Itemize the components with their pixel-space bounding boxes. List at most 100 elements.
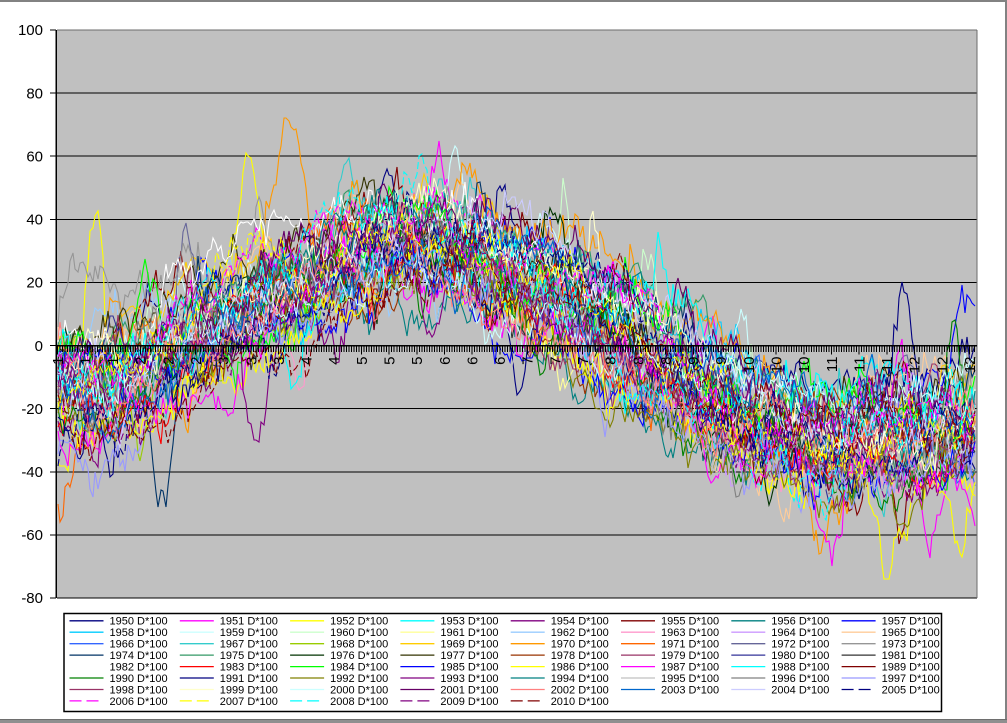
svg-text:1954 D*100: 1954 D*100 xyxy=(551,616,609,628)
svg-text:1964 D*100: 1964 D*100 xyxy=(771,627,829,639)
svg-text:2000 D*100: 2000 D*100 xyxy=(330,684,388,696)
svg-text:1982 D*100: 1982 D*100 xyxy=(110,662,168,674)
svg-text:1971 D*100: 1971 D*100 xyxy=(661,639,719,651)
svg-text:2005 D*100: 2005 D*100 xyxy=(882,684,940,696)
svg-text:6: 6 xyxy=(492,357,509,365)
svg-text:8: 8 xyxy=(630,357,647,365)
svg-text:1992 D*100: 1992 D*100 xyxy=(330,673,388,685)
svg-text:100: 100 xyxy=(18,22,43,39)
svg-text:-20: -20 xyxy=(21,401,43,418)
svg-text:7: 7 xyxy=(520,357,537,365)
svg-text:2004 D*100: 2004 D*100 xyxy=(771,684,829,696)
svg-text:4: 4 xyxy=(299,357,316,365)
svg-text:3: 3 xyxy=(216,357,233,365)
svg-text:1999 D*100: 1999 D*100 xyxy=(220,684,278,696)
svg-text:11: 11 xyxy=(851,357,868,373)
svg-text:80: 80 xyxy=(26,85,43,102)
svg-text:1956 D*100: 1956 D*100 xyxy=(771,616,829,628)
svg-text:0: 0 xyxy=(35,338,43,355)
svg-text:1968 D*100: 1968 D*100 xyxy=(330,639,388,651)
svg-text:1975 D*100: 1975 D*100 xyxy=(220,650,278,662)
svg-text:1998 D*100: 1998 D*100 xyxy=(110,684,168,696)
svg-text:2: 2 xyxy=(133,357,150,365)
svg-text:1994 D*100: 1994 D*100 xyxy=(551,673,609,685)
svg-text:1980 D*100: 1980 D*100 xyxy=(771,650,829,662)
svg-text:1984 D*100: 1984 D*100 xyxy=(330,662,388,674)
svg-text:1957 D*100: 1957 D*100 xyxy=(882,616,940,628)
svg-text:11: 11 xyxy=(879,357,896,373)
svg-text:1978 D*100: 1978 D*100 xyxy=(551,650,609,662)
svg-text:1988 D*100: 1988 D*100 xyxy=(771,662,829,674)
svg-text:1963 D*100: 1963 D*100 xyxy=(661,627,719,639)
svg-text:1953 D*100: 1953 D*100 xyxy=(440,616,498,628)
svg-text:5: 5 xyxy=(409,357,426,365)
svg-text:1: 1 xyxy=(105,357,122,365)
svg-text:2006 D*100: 2006 D*100 xyxy=(110,696,168,708)
svg-text:2002 D*100: 2002 D*100 xyxy=(551,684,609,696)
svg-text:1986 D*100: 1986 D*100 xyxy=(551,662,609,674)
svg-text:1: 1 xyxy=(77,357,94,365)
svg-text:8: 8 xyxy=(603,357,620,365)
svg-text:1989 D*100: 1989 D*100 xyxy=(882,662,940,674)
svg-text:1962 D*100: 1962 D*100 xyxy=(551,627,609,639)
svg-text:9: 9 xyxy=(686,357,703,365)
svg-text:1985 D*100: 1985 D*100 xyxy=(440,662,498,674)
svg-text:9: 9 xyxy=(713,357,730,365)
svg-text:10: 10 xyxy=(741,357,758,374)
svg-text:1959 D*100: 1959 D*100 xyxy=(220,627,278,639)
svg-text:3: 3 xyxy=(271,357,288,365)
svg-text:1993 D*100: 1993 D*100 xyxy=(440,673,498,685)
svg-text:2007 D*100: 2007 D*100 xyxy=(220,696,278,708)
svg-text:1966 D*100: 1966 D*100 xyxy=(110,639,168,651)
svg-text:40: 40 xyxy=(26,212,43,229)
svg-text:1970 D*100: 1970 D*100 xyxy=(551,639,609,651)
svg-text:2010 D*100: 2010 D*100 xyxy=(551,696,609,708)
svg-text:2009 D*100: 2009 D*100 xyxy=(440,696,498,708)
svg-text:10: 10 xyxy=(769,357,786,374)
svg-text:1974 D*100: 1974 D*100 xyxy=(110,650,168,662)
svg-text:1995 D*100: 1995 D*100 xyxy=(661,673,719,685)
svg-text:1979 D*100: 1979 D*100 xyxy=(661,650,719,662)
svg-text:1961 D*100: 1961 D*100 xyxy=(440,627,498,639)
svg-text:-80: -80 xyxy=(21,590,43,607)
svg-text:12: 12 xyxy=(934,357,951,374)
svg-text:1: 1 xyxy=(50,357,67,365)
svg-text:60: 60 xyxy=(26,148,43,165)
svg-text:20: 20 xyxy=(26,275,43,292)
svg-text:6: 6 xyxy=(464,357,481,365)
svg-text:1951 D*100: 1951 D*100 xyxy=(220,616,278,628)
svg-text:1990 D*100: 1990 D*100 xyxy=(110,673,168,685)
svg-text:1973 D*100: 1973 D*100 xyxy=(882,639,940,651)
svg-text:1955 D*100: 1955 D*100 xyxy=(661,616,719,628)
svg-text:1969 D*100: 1969 D*100 xyxy=(440,639,498,651)
svg-text:2003 D*100: 2003 D*100 xyxy=(661,684,719,696)
svg-text:2008 D*100: 2008 D*100 xyxy=(330,696,388,708)
svg-text:1958 D*100: 1958 D*100 xyxy=(110,627,168,639)
svg-text:7: 7 xyxy=(547,357,564,365)
svg-text:1981 D*100: 1981 D*100 xyxy=(882,650,940,662)
svg-text:1976 D*100: 1976 D*100 xyxy=(330,650,388,662)
svg-text:1991 D*100: 1991 D*100 xyxy=(220,673,278,685)
svg-text:-60: -60 xyxy=(21,527,43,544)
svg-text:1950 D*100: 1950 D*100 xyxy=(110,616,168,628)
svg-text:1977 D*100: 1977 D*100 xyxy=(440,650,498,662)
svg-text:1972 D*100: 1972 D*100 xyxy=(771,639,829,651)
svg-text:1960 D*100: 1960 D*100 xyxy=(330,627,388,639)
svg-text:1997 D*100: 1997 D*100 xyxy=(882,673,940,685)
svg-text:1987 D*100: 1987 D*100 xyxy=(661,662,719,674)
svg-text:4: 4 xyxy=(326,357,343,365)
svg-text:8: 8 xyxy=(658,357,675,365)
svg-text:1965 D*100: 1965 D*100 xyxy=(882,627,940,639)
svg-text:7: 7 xyxy=(575,357,592,365)
svg-text:10: 10 xyxy=(796,357,813,374)
svg-text:-40: -40 xyxy=(21,464,43,481)
svg-text:2001 D*100: 2001 D*100 xyxy=(440,684,498,696)
svg-text:3: 3 xyxy=(243,357,260,365)
svg-text:5: 5 xyxy=(354,357,371,365)
svg-text:1952 D*100: 1952 D*100 xyxy=(330,616,388,628)
svg-text:1996 D*100: 1996 D*100 xyxy=(771,673,829,685)
svg-text:5: 5 xyxy=(382,357,399,365)
svg-text:11: 11 xyxy=(824,357,841,373)
svg-text:12: 12 xyxy=(962,357,979,374)
svg-text:6: 6 xyxy=(437,357,454,365)
